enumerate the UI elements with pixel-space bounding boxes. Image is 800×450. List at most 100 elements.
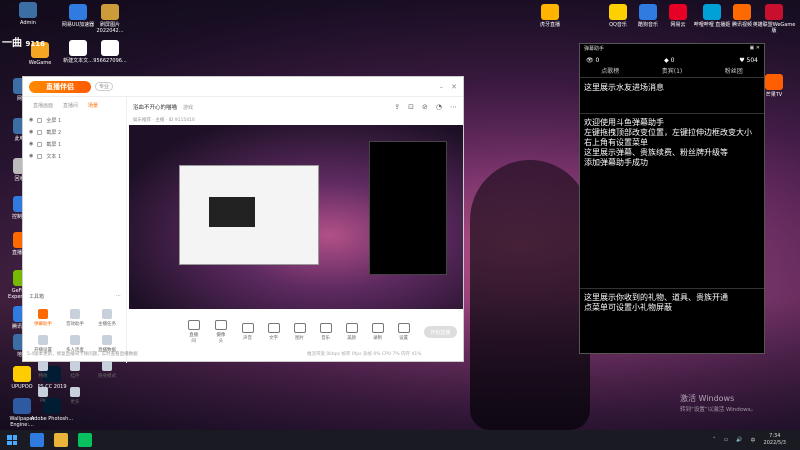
app-icon [101, 40, 119, 56]
tool-item[interactable]: 隐身模式 [91, 361, 123, 379]
app-icon [639, 4, 657, 20]
app-titlebar[interactable]: 直播伴侣 专业 – ✕ [23, 77, 463, 97]
lock-toggle[interactable] [37, 153, 43, 159]
taskbar: ˄ ▭ 🔊 中 7:34 2022/5/3 [0, 430, 800, 450]
tab-2[interactable]: 直播间 [63, 102, 78, 109]
activation-watermark: 激活 Windows [680, 394, 735, 403]
close-icon[interactable]: ✕ [451, 83, 457, 91]
danmu-assistant[interactable]: 弹幕助手 ▣ ✕ 👁 0 ◆ 0 ♥ 504 点歌榜 贵宾(1) 粉丝团 这里展示水… [579, 43, 765, 354]
start-button[interactable] [4, 432, 20, 448]
eye-icon[interactable]: ◉ [29, 153, 33, 159]
tool-icon [70, 309, 80, 319]
tool-item[interactable]: 特效 [27, 361, 59, 379]
danmu-tab[interactable]: 贵宾(1) [662, 66, 683, 77]
control-icon [187, 320, 200, 330]
desktop-icon[interactable]: Admin [6, 2, 50, 26]
control-button[interactable]: 文字 [267, 323, 280, 341]
scene-label: 截屏 2 [46, 129, 62, 136]
heart-count: ♥ 504 [739, 56, 758, 64]
control-button[interactable]: 直播间 [187, 320, 200, 344]
danmu-titlebar[interactable]: 弹幕助手 ▣ ✕ [580, 44, 764, 54]
lock-toggle[interactable] [37, 117, 43, 123]
app-icon [541, 4, 559, 20]
control-label: 美颜 [347, 336, 357, 341]
preview-danmu-mini [369, 141, 447, 275]
search-icon[interactable] [30, 433, 44, 447]
lock-toggle[interactable] [37, 129, 43, 135]
app-icon [765, 4, 783, 20]
more-icon[interactable]: ⋯ [450, 103, 457, 111]
gift-message: 这里展示你收到的礼物、道具、贵族开通 [584, 293, 728, 302]
status-bar: 推流带宽 0kbps 帧率 0fps 丢帧 0% CPU 7% 内存 41% [307, 352, 422, 357]
tool-item[interactable]: 音效助手 [59, 309, 91, 327]
link-icon[interactable]: ⊘ [422, 103, 428, 111]
desktop-icon[interactable]: 英雄联盟WeGame版 [752, 4, 796, 34]
control-button[interactable]: 设置 [397, 323, 410, 341]
toolbox-more-icon[interactable]: ⋯ [116, 293, 121, 300]
gift-message-list: 这里展示你收到的礼物、道具、贵族开通 点菜单可设置小礼物屏蔽 [580, 289, 764, 313]
scene-item[interactable]: ◉ 文本 1 [23, 150, 126, 162]
tool-label: 弹幕助手 [34, 322, 52, 327]
scene-item[interactable]: ◉ 截屏 1 [23, 138, 126, 150]
control-button[interactable]: 图片 [293, 323, 306, 341]
app-icon [101, 4, 119, 20]
activation-watermark-sub: 转到“设置”以激活 Windows。 [680, 407, 756, 413]
tab-3[interactable]: 场景 [88, 102, 98, 109]
control-button[interactable]: 声音 [241, 323, 254, 341]
control-label: 图片 [295, 336, 305, 341]
danmu-tab[interactable]: 点歌榜 [601, 66, 619, 77]
volume-icon[interactable]: 🔊 [736, 437, 742, 443]
file-explorer-icon[interactable] [54, 433, 68, 447]
scene-item[interactable]: ◉ 全屏 1 [23, 114, 126, 126]
tool-item[interactable]: 主播任务 [91, 309, 123, 327]
tool-icon [70, 387, 80, 397]
control-button[interactable]: 录制 [371, 323, 384, 341]
control-icon [319, 323, 332, 333]
tool-item[interactable]: PK [27, 387, 59, 405]
system-tray: ˄ ▭ 🔊 中 7:34 2022/5/3 [713, 433, 800, 447]
danmu-window-controls[interactable]: ▣ ✕ [749, 45, 760, 53]
room-tag[interactable]: 游戏 [183, 104, 193, 111]
go-live-button[interactable]: 开始直播 [423, 326, 457, 338]
desktop-icon[interactable]: 956627096... [88, 40, 132, 64]
tool-item[interactable]: 更多 [59, 387, 91, 405]
network-icon[interactable]: ▭ [724, 437, 729, 443]
eye-icon[interactable]: ◉ [29, 117, 33, 123]
lock-icon[interactable]: ⊡ [408, 103, 414, 111]
control-button[interactable]: 音乐 [319, 323, 332, 341]
control-icon [397, 323, 410, 333]
tool-icon [38, 335, 48, 345]
control-icon [345, 323, 358, 333]
app-icon [669, 4, 687, 20]
control-label: 音乐 [321, 336, 331, 341]
control-icon [214, 320, 227, 330]
danmu-tab[interactable]: 粉丝团 [725, 66, 743, 77]
stream-preview[interactable] [129, 125, 463, 309]
tool-item[interactable]: 挂件 [59, 361, 91, 379]
app-icon [19, 2, 37, 18]
gift-count: ◆ 0 [664, 56, 675, 64]
tool-icon [102, 335, 112, 345]
tool-item[interactable]: 弹幕助手 [27, 309, 59, 327]
tab-1[interactable]: 直播画面 [33, 102, 53, 109]
minimize-icon[interactable]: – [440, 83, 444, 91]
tray-up-icon[interactable]: ˄ [713, 437, 716, 443]
lock-toggle[interactable] [37, 141, 43, 147]
room-name[interactable]: 浴血不开心的喵喵 [133, 103, 177, 111]
desktop-icon[interactable]: 虎牙直播 [528, 4, 572, 28]
clock[interactable]: 7:34 2022/5/3 [764, 433, 786, 447]
wechat-icon[interactable] [78, 433, 92, 447]
desktop-icon-label: Admin [20, 20, 36, 26]
scene-item[interactable]: ◉ 截屏 2 [23, 126, 126, 138]
ime-icon[interactable]: 中 [751, 437, 756, 444]
control-icon [371, 323, 384, 333]
share-icon[interactable]: ⇪ [394, 103, 400, 111]
desktop-icon[interactable]: 刷屏图片 2022042... [88, 4, 132, 34]
control-button[interactable]: 美颜 [345, 323, 358, 341]
control-button[interactable]: 摄像头 [214, 320, 227, 344]
eye-icon[interactable]: ◉ [29, 141, 33, 147]
live-companion-window[interactable]: 直播伴侣 专业 – ✕ 直播画面 直播间 场景 ◉ 全屏 1 ◉ 截屏 2 ◉ 截屏 1 ◉ 文本… [22, 76, 464, 405]
eye-icon[interactable]: ◉ [29, 129, 33, 135]
scene-label: 全屏 1 [46, 117, 62, 124]
bell-icon[interactable]: ◔ [436, 103, 442, 111]
